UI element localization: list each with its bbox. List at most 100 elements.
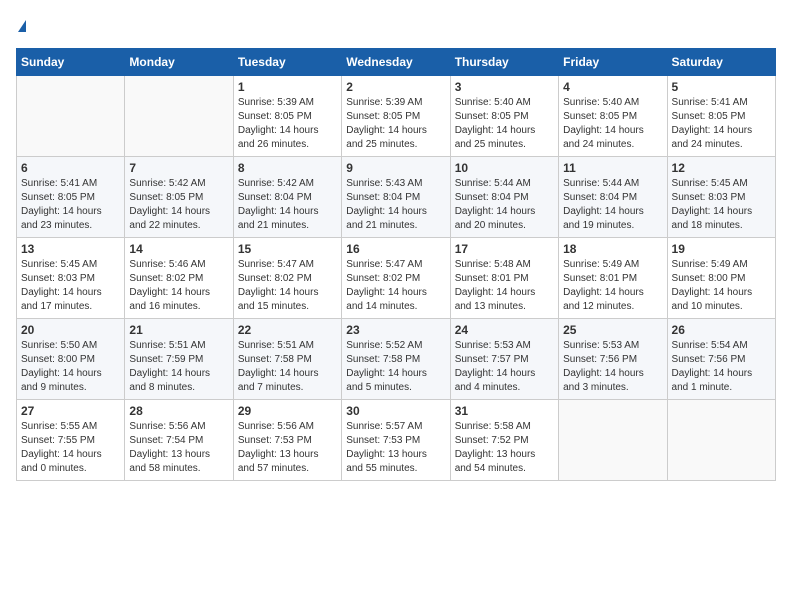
cell-line: Sunset: 8:05 PM [672,111,746,122]
calendar-cell: 6Sunrise: 5:41 AMSunset: 8:05 PMDaylight… [17,156,125,237]
day-number: 17 [455,242,554,256]
cell-line: Sunrise: 5:48 AM [455,259,531,270]
day-number: 18 [563,242,662,256]
cell-line: Sunrise: 5:51 AM [129,340,205,351]
cell-line: Daylight: 14 hours and 13 minutes. [455,287,536,312]
calendar-cell: 14 Sunrise: 5:46 AMSunset: 8:02 PMDayligh… [125,237,233,318]
calendar-cell: 12Sunrise: 5:45 AMSunset: 8:03 PMDayligh… [667,156,775,237]
day-number: 28 [129,404,228,418]
cell-line: Sunrise: 5:56 AM [238,421,314,432]
cell-line: Sunrise: 5:42 AM [238,178,314,189]
cell-content: Sunrise: 5:55 AMSunset: 7:55 PMDaylight:… [21,420,120,476]
cell-line: Daylight: 14 hours and 20 minutes. [455,206,536,231]
cell-line: Daylight: 14 hours and 23 minutes. [21,206,102,231]
cell-line: Daylight: 14 hours and 18 minutes. [672,206,753,231]
calendar-cell: 29Sunrise: 5:56 AMSunset: 7:53 PMDayligh… [233,399,341,480]
cell-line: Sunrise: 5:41 AM [21,178,97,189]
cell-line: Sunrise: 5:47 AM [238,259,314,270]
day-number: 8 [238,161,337,175]
cell-line: Daylight: 14 hours and 14 minutes. [346,287,427,312]
cell-line: Sunset: 8:04 PM [238,192,312,203]
cell-line: Sunrise: 5:49 AM [672,259,748,270]
day-number: 4 [563,80,662,94]
calendar-week-1: 1 Sunrise: 5:39 AMSunset: 8:05 PMDaylight… [17,75,776,156]
cell-line: Sunset: 7:56 PM [563,354,637,365]
calendar-week-3: 13 Sunrise: 5:45 AMSunset: 8:03 PMDayligh… [17,237,776,318]
cell-line: Daylight: 14 hours and 0 minutes. [21,449,102,474]
cell-line: Sunrise: 5:47 AM [346,259,422,270]
day-number: 23 [346,323,445,337]
calendar-cell: 19Sunrise: 5:49 AMSunset: 8:00 PMDayligh… [667,237,775,318]
calendar-cell: 28Sunrise: 5:56 AMSunset: 7:54 PMDayligh… [125,399,233,480]
calendar-table: SundayMondayTuesdayWednesdayThursdayFrid… [16,48,776,481]
day-number: 13 [21,242,120,256]
cell-content: Sunrise: 5:44 AMSunset: 8:04 PMDaylight:… [563,177,662,233]
cell-content: Sunrise: 5:45 AMSunset: 8:03 PMDaylight:… [21,258,120,314]
cell-content: Sunrise: 5:41 AMSunset: 8:05 PMDaylight:… [21,177,120,233]
cell-content: Sunrise: 5:40 AMSunset: 8:05 PMDaylight:… [455,96,554,152]
cell-line: Daylight: 14 hours and 4 minutes. [455,368,536,393]
cell-content: Sunrise: 5:50 AMSunset: 8:00 PMDaylight:… [21,339,120,395]
cell-line: Daylight: 14 hours and 25 minutes. [455,125,536,150]
cell-content: Sunrise: 5:40 AMSunset: 8:05 PMDaylight:… [563,96,662,152]
calendar-week-5: 27Sunrise: 5:55 AMSunset: 7:55 PMDayligh… [17,399,776,480]
calendar-cell: 4 Sunrise: 5:40 AMSunset: 8:05 PMDaylight… [559,75,667,156]
calendar-cell [125,75,233,156]
cell-content: Sunrise: 5:56 AMSunset: 7:54 PMDaylight:… [129,420,228,476]
cell-line: Sunrise: 5:41 AM [672,97,748,108]
day-number: 1 [238,80,337,94]
cell-content: Sunrise: 5:41 AMSunset: 8:05 PMDaylight:… [672,96,771,152]
calendar-cell: 21Sunrise: 5:51 AMSunset: 7:59 PMDayligh… [125,318,233,399]
page-header [16,16,776,36]
day-number: 29 [238,404,337,418]
cell-line: Sunrise: 5:51 AM [238,340,314,351]
cell-line: Daylight: 14 hours and 21 minutes. [238,206,319,231]
cell-line: Sunrise: 5:49 AM [563,259,639,270]
cell-content: Sunrise: 5:48 AMSunset: 8:01 PMDaylight:… [455,258,554,314]
calendar-cell: 18Sunrise: 5:49 AMSunset: 8:01 PMDayligh… [559,237,667,318]
cell-line: Sunset: 7:56 PM [672,354,746,365]
cell-line: Daylight: 14 hours and 24 minutes. [563,125,644,150]
day-number: 24 [455,323,554,337]
cell-content: Sunrise: 5:46 AMSunset: 8:02 PMDaylight:… [129,258,228,314]
cell-line: Daylight: 14 hours and 5 minutes. [346,368,427,393]
cell-line: Daylight: 14 hours and 26 minutes. [238,125,319,150]
cell-line: Sunrise: 5:45 AM [21,259,97,270]
cell-line: Sunset: 8:02 PM [238,273,312,284]
cell-line: Sunrise: 5:42 AM [129,178,205,189]
cell-line: Sunrise: 5:56 AM [129,421,205,432]
day-number: 19 [672,242,771,256]
day-number: 22 [238,323,337,337]
day-number: 26 [672,323,771,337]
logo-triangle-icon [18,20,26,32]
cell-line: Sunset: 8:05 PM [129,192,203,203]
calendar-cell: 24Sunrise: 5:53 AMSunset: 7:57 PMDayligh… [450,318,558,399]
cell-line: Daylight: 14 hours and 15 minutes. [238,287,319,312]
cell-line: Sunset: 8:05 PM [346,111,420,122]
cell-line: Daylight: 14 hours and 1 minute. [672,368,753,393]
cell-line: Daylight: 14 hours and 7 minutes. [238,368,319,393]
cell-line: Sunset: 7:54 PM [129,435,203,446]
calendar-cell: 23Sunrise: 5:52 AMSunset: 7:58 PMDayligh… [342,318,450,399]
calendar-cell: 2Sunrise: 5:39 AMSunset: 8:05 PMDaylight… [342,75,450,156]
cell-line: Sunset: 7:58 PM [346,354,420,365]
cell-content: Sunrise: 5:39 AMSunset: 8:05 PMDaylight:… [238,96,337,152]
cell-line: Daylight: 14 hours and 19 minutes. [563,206,644,231]
cell-line: Sunset: 8:05 PM [563,111,637,122]
cell-content: Sunrise: 5:45 AMSunset: 8:03 PMDaylight:… [672,177,771,233]
cell-content: Sunrise: 5:42 AMSunset: 8:05 PMDaylight:… [129,177,228,233]
calendar-week-2: 6Sunrise: 5:41 AMSunset: 8:05 PMDaylight… [17,156,776,237]
cell-line: Sunset: 8:02 PM [129,273,203,284]
cell-line: Sunset: 7:53 PM [346,435,420,446]
cell-line: Sunset: 8:03 PM [672,192,746,203]
calendar-header-friday: Friday [559,48,667,75]
day-number: 20 [21,323,120,337]
cell-line: Daylight: 14 hours and 12 minutes. [563,287,644,312]
cell-line: Sunrise: 5:43 AM [346,178,422,189]
day-number: 14 [129,242,228,256]
day-number: 5 [672,80,771,94]
calendar-cell: 26Sunrise: 5:54 AMSunset: 7:56 PMDayligh… [667,318,775,399]
cell-line: Daylight: 13 hours and 57 minutes. [238,449,319,474]
day-number: 25 [563,323,662,337]
day-number: 9 [346,161,445,175]
